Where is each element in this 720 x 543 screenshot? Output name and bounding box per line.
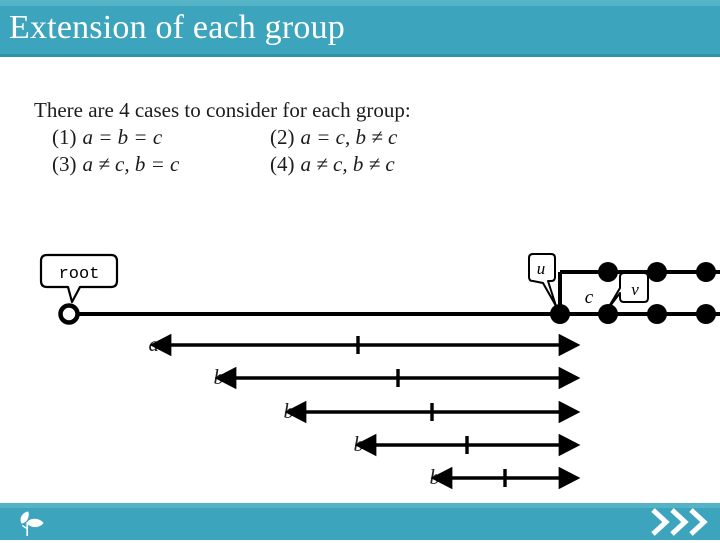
measure-arrow-a: a <box>149 332 581 357</box>
case-item-1: (1) a = b = c <box>34 125 252 149</box>
case-number: (1) <box>52 125 77 149</box>
chevron-1 <box>651 508 670 536</box>
measure-arrow-label: a <box>149 332 160 356</box>
callout-u-label: u <box>537 259 546 278</box>
node-lower-4 <box>696 304 716 324</box>
node-lower-3 <box>647 304 667 324</box>
cases-grid: (1) a = b = c (2) a = c, b ≠ c (3) a ≠ c, b… <box>34 125 484 176</box>
case-number: (4) <box>270 152 295 176</box>
case-item-3: (3) a ≠ c, b = c <box>34 152 252 176</box>
page-title: Extension of each group <box>9 9 346 46</box>
header-bar-shadow <box>0 54 720 57</box>
measure-arrow-label: b <box>284 399 295 423</box>
header-bar-highlight <box>0 0 720 6</box>
measure-arrow-b-1: b <box>214 365 581 390</box>
leaf-sprout-logo <box>14 508 50 538</box>
cases-text-block: There are 4 cases to consider for each g… <box>34 98 484 176</box>
chevron-3 <box>689 508 708 536</box>
case-item-4: (4) a ≠ c, b ≠ c <box>252 152 484 176</box>
callout-root: root <box>39 253 119 304</box>
case-item-2: (2) a = c, b ≠ c <box>252 125 484 149</box>
case-expression: a = b = c <box>82 125 163 149</box>
case-number: (2) <box>270 125 295 149</box>
cases-intro-line: There are 4 cases to consider for each g… <box>34 98 411 122</box>
measure-arrow-label: b <box>430 465 441 489</box>
measure-arrow-b-4: b <box>430 465 581 490</box>
measure-arrow-label: b <box>354 432 365 456</box>
footer-bar-highlight <box>0 503 720 508</box>
callout-u: u <box>528 253 557 307</box>
case-number: (3) <box>52 152 77 176</box>
measure-arrow-label: b <box>214 365 225 389</box>
node-upper-2 <box>647 262 667 282</box>
triple-chevron-right-icon <box>648 507 714 537</box>
slide-footer-bar <box>0 503 720 540</box>
slide: Extension of each group There are 4 case… <box>0 0 720 540</box>
node-label-c: c <box>585 287 594 308</box>
chevron-2 <box>670 508 689 536</box>
case-expression: a ≠ c, b ≠ c <box>300 152 395 176</box>
node-upper-3 <box>696 262 716 282</box>
node-u <box>550 304 570 324</box>
node-upper-1 <box>598 262 618 282</box>
case-expression: a ≠ c, b = c <box>82 152 180 176</box>
measure-arrow-b-2: b <box>284 399 581 424</box>
tree-extension-diagram: root u v c a b b b b <box>0 230 720 500</box>
callout-root-label: root <box>59 265 100 284</box>
measure-arrow-b-3: b <box>354 432 581 457</box>
node-root <box>58 303 80 325</box>
callout-v-label: v <box>631 280 639 299</box>
case-expression: a = c, b ≠ c <box>300 125 398 149</box>
